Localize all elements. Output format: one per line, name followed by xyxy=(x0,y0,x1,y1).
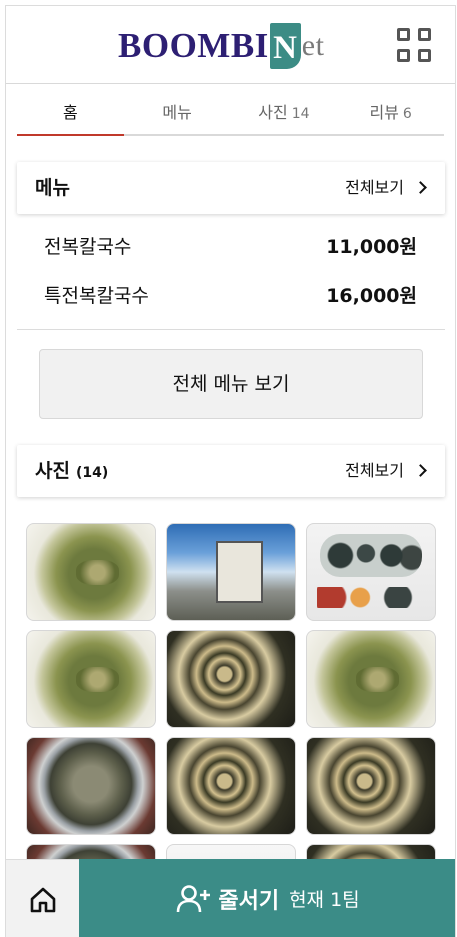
tab-photos-count: 14 xyxy=(291,106,310,122)
tab-reviews-label: 리뷰 xyxy=(369,103,399,122)
menu-item[interactable]: 전복칼국수 11,000원 xyxy=(17,232,445,262)
queue-button[interactable]: 줄서기 현재 1팀 xyxy=(79,859,455,937)
photo-thumbnail[interactable] xyxy=(26,630,156,728)
menu-item[interactable]: 특전복칼국수 16,000원 xyxy=(17,281,445,311)
tab-photos-label: 사진 xyxy=(258,103,288,122)
tab-bar: 홈 메뉴 사진 14 리뷰 6 xyxy=(17,92,444,136)
photo-thumbnail[interactable] xyxy=(306,737,436,835)
photo-thumbnail[interactable] xyxy=(166,630,296,728)
grid-menu-icon[interactable] xyxy=(397,28,433,64)
tab-reviews[interactable]: 리뷰 6 xyxy=(337,92,444,134)
full-menu-button[interactable]: 전체 메뉴 보기 xyxy=(39,349,423,419)
logo-text-et: et xyxy=(301,29,325,62)
boombinet-logo[interactable]: BOOMBI Net xyxy=(118,22,324,70)
tab-menu[interactable]: 메뉴 xyxy=(124,92,231,134)
photos-see-all-label: 전체보기 xyxy=(345,461,404,480)
menu-item-price: 11,000원 xyxy=(326,236,417,258)
app-frame: BOOMBI Net 홈 메뉴 사진 14 리뷰 6 메뉴 전체보기 전복칼국수 11… xyxy=(5,5,456,937)
photo-thumbnail[interactable] xyxy=(26,737,156,835)
photo-section-title: 사진 (14) xyxy=(35,445,108,499)
home-icon xyxy=(30,887,56,913)
queue-status: 현재 1팀 xyxy=(289,889,360,911)
photo-section-count: (14) xyxy=(75,465,109,481)
photo-section-title-text: 사진 xyxy=(35,460,70,482)
queue-label: 줄서기 xyxy=(218,888,280,914)
tab-reviews-count: 6 xyxy=(402,106,412,122)
photo-section-header: 사진 (14) 전체보기 xyxy=(17,445,445,497)
tab-menu-label: 메뉴 xyxy=(162,103,192,122)
bottom-action-bar: 줄서기 현재 1팀 xyxy=(6,859,455,937)
photo-thumbnail[interactable] xyxy=(306,523,436,621)
photo-thumbnail[interactable] xyxy=(306,630,436,728)
logo-text-boombi: BOOMBI xyxy=(118,26,269,65)
menu-section-title: 메뉴 xyxy=(35,177,70,199)
home-button[interactable] xyxy=(6,859,79,937)
menu-list: 전복칼국수 11,000원 특전복칼국수 16,000원 xyxy=(17,228,445,330)
menu-section-header: 메뉴 전체보기 xyxy=(17,162,445,214)
tab-home-label: 홈 xyxy=(63,103,78,122)
photo-thumbnail[interactable] xyxy=(166,523,296,621)
logo-text-n: N xyxy=(269,23,301,69)
photo-thumbnail[interactable] xyxy=(26,523,156,621)
person-add-icon xyxy=(177,884,211,912)
menu-item-name: 전복칼국수 xyxy=(44,236,132,258)
menu-item-price: 16,000원 xyxy=(326,285,417,307)
photo-thumbnail[interactable] xyxy=(166,737,296,835)
menu-see-all-link[interactable]: 전체보기 xyxy=(345,162,427,214)
photos-see-all-link[interactable]: 전체보기 xyxy=(345,445,427,497)
app-header: BOOMBI Net xyxy=(6,6,455,84)
menu-item-name: 특전복칼국수 xyxy=(44,285,149,307)
tab-photos[interactable]: 사진 14 xyxy=(231,92,338,134)
chevron-right-icon xyxy=(414,181,427,194)
chevron-right-icon xyxy=(414,464,427,477)
tab-home[interactable]: 홈 xyxy=(17,92,124,136)
menu-see-all-label: 전체보기 xyxy=(345,178,404,197)
